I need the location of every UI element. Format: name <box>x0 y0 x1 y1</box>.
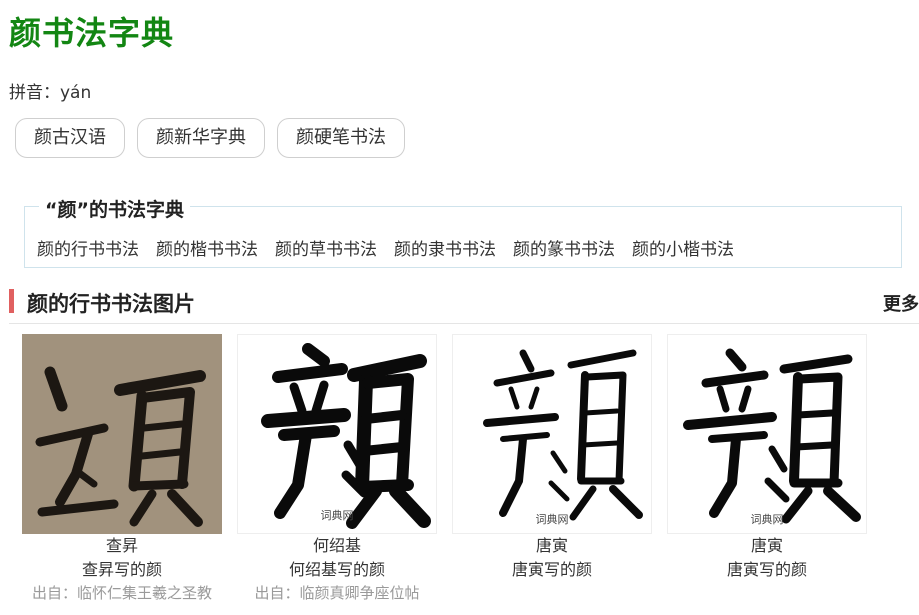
calligraphy-card[interactable]: 查昇 查昇写的颜 出自：临怀仁集王羲之圣教 <box>22 334 222 604</box>
card-author: 何绍基 <box>312 536 361 555</box>
card-caption[interactable]: 查昇写的颜 <box>22 558 222 582</box>
link-kaishu[interactable]: 颜的楷书书法 <box>156 235 258 260</box>
card-caption[interactable]: 唐寅写的颜 <box>667 558 867 582</box>
pinyin-label: 拼音：yán <box>9 83 92 103</box>
panel-title: “颜”的书法字典 <box>39 195 190 222</box>
style-link-list: 颜的行书书法 颜的楷书书法 颜的草书书法 颜的隶书书法 颜的篆书书法 颜的小楷书… <box>37 235 734 260</box>
card-caption[interactable]: 何绍基写的颜 <box>237 558 437 582</box>
calligraphy-image[interactable]: 词典网 <box>667 334 867 534</box>
related-dictionary-buttons: 颜古汉语 颜新华字典 颜硬笔书法 <box>15 118 405 158</box>
link-xingshu[interactable]: 颜的行书书法 <box>37 235 139 260</box>
hard-pen-calligraphy-button[interactable]: 颜硬笔书法 <box>277 118 405 158</box>
card-source: 出自：临怀仁集王羲之圣教 <box>31 584 212 602</box>
card-caption[interactable]: 唐寅写的颜 <box>452 558 652 582</box>
link-lishu[interactable]: 颜的隶书书法 <box>394 235 496 260</box>
calligraphy-image[interactable]: 词典网 <box>237 334 437 534</box>
card-author: 唐寅 <box>750 536 783 555</box>
xinhua-dictionary-button[interactable]: 颜新华字典 <box>137 118 265 158</box>
watermark-text: 词典网 <box>751 512 784 526</box>
link-xiaokai[interactable]: 颜的小楷书法 <box>632 235 734 260</box>
calligraphy-image[interactable]: 词典网 <box>452 334 652 534</box>
watermark-text: 词典网 <box>321 508 354 522</box>
section-title: 颜的行书书法图片 <box>27 292 195 316</box>
link-caoshu[interactable]: 颜的草书书法 <box>275 235 377 260</box>
more-link[interactable]: 更多 <box>883 290 919 316</box>
calligraphy-card[interactable]: 词典网 何绍基 何绍基写的颜 出自：临颜真卿争座位帖 <box>237 334 437 604</box>
calligraphy-dictionary-panel: “颜”的书法字典 颜的行书书法 颜的楷书书法 颜的草书书法 颜的隶书书法 颜的篆… <box>24 195 902 268</box>
ancient-chinese-button[interactable]: 颜古汉语 <box>15 118 125 158</box>
calligraphy-card[interactable]: 词典网 唐寅 唐寅写的颜 <box>667 334 867 582</box>
card-source: 出自：临颜真卿争座位帖 <box>254 584 420 602</box>
calligraphy-card[interactable]: 词典网 唐寅 唐寅写的颜 <box>452 334 652 582</box>
calligraphy-image[interactable] <box>22 334 222 534</box>
watermark-text: 词典网 <box>536 512 569 526</box>
card-author: 唐寅 <box>535 536 568 555</box>
link-zhuanshu[interactable]: 颜的篆书书法 <box>513 235 615 260</box>
page-title: 颜书法字典 <box>9 14 175 52</box>
card-author: 查昇 <box>105 536 138 555</box>
section-divider <box>9 323 919 324</box>
section-accent-bar <box>9 289 14 313</box>
